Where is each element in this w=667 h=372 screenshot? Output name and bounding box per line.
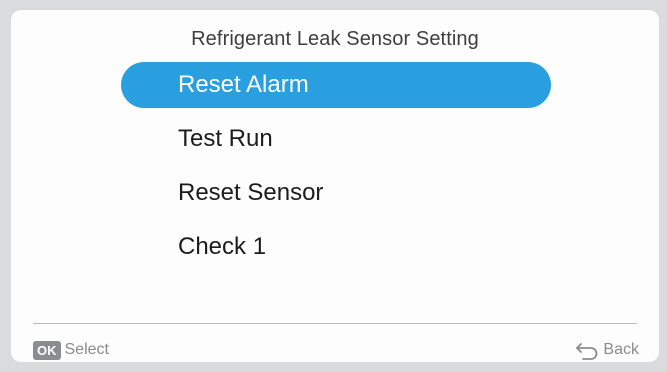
menu-item-test-run[interactable]: Test Run: [121, 116, 551, 162]
select-hint[interactable]: OK Select: [33, 339, 109, 361]
ok-button-icon: OK: [33, 340, 61, 360]
screen-title: Refrigerant Leak Sensor Setting: [191, 28, 479, 50]
device-bezel: Refrigerant Leak Sensor Setting Reset Al…: [0, 0, 667, 372]
menu-item-reset-alarm[interactable]: Reset Alarm: [121, 62, 551, 108]
menu-item-check-1[interactable]: Check 1: [121, 224, 551, 270]
back-hint[interactable]: Back: [575, 339, 639, 361]
display-screen: Refrigerant Leak Sensor Setting Reset Al…: [11, 10, 659, 362]
footer-divider: [33, 323, 637, 324]
menu-item-reset-sensor[interactable]: Reset Sensor: [121, 170, 551, 216]
select-label: Select: [64, 341, 109, 358]
back-arrow-icon: [576, 343, 598, 360]
back-label: Back: [603, 341, 639, 358]
